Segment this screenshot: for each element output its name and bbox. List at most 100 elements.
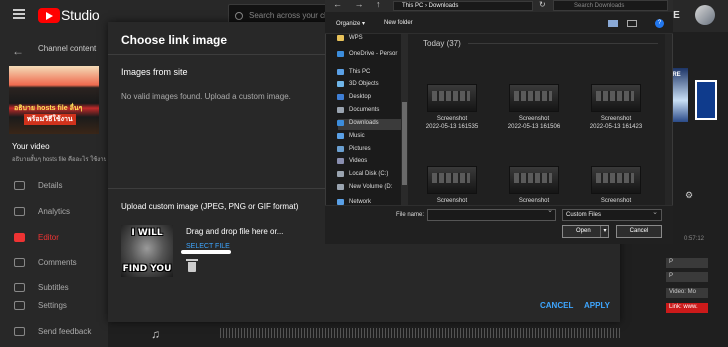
- tree-item-label: This PC: [349, 69, 371, 75]
- organize-menu[interactable]: Organize ▾: [336, 20, 365, 27]
- chevron-down-icon[interactable]: ▾: [600, 226, 609, 237]
- feedback-icon: [14, 327, 25, 336]
- tree-item-label: Local Disk (C:): [349, 171, 389, 177]
- pencil-icon: [14, 181, 25, 190]
- cloud-icon: [337, 51, 344, 57]
- nav-label: Analytics: [38, 207, 71, 216]
- nav-comments[interactable]: Comments: [0, 253, 108, 273]
- file-date-text: 2022-05-13 161506: [507, 124, 561, 130]
- tree-item-label: Documents: [349, 107, 380, 113]
- nav-subtitles[interactable]: Subtitles: [0, 278, 108, 298]
- dialog-title: Choose link image: [121, 33, 228, 47]
- file-thumbnail: [427, 166, 477, 194]
- nav-label: Comments: [38, 258, 77, 267]
- nav-label: Editor: [38, 233, 59, 242]
- file-thumbnail: [427, 84, 477, 112]
- file-name-text: Screenshot: [436, 198, 468, 204]
- preview-thumbnail-selected[interactable]: [695, 80, 717, 120]
- drag-drop-text: Drag and drop file here or...: [186, 227, 284, 236]
- file-name-text: Screenshot: [436, 116, 468, 122]
- upload-custom-image-heading: Upload custom image (JPEG, PNG or GIF fo…: [121, 202, 299, 211]
- tree-item-label: Downloads: [349, 120, 379, 126]
- annotation-underline: [181, 250, 231, 254]
- select-file-link[interactable]: SELECT FILE: [186, 243, 230, 250]
- file-name-text: Screenshot: [518, 198, 550, 204]
- analytics-icon: [14, 207, 25, 216]
- subtitles-icon: [14, 283, 25, 292]
- settings-gear-icon[interactable]: ⚙: [685, 190, 693, 201]
- pictures-icon: [337, 146, 344, 152]
- view-options-icon[interactable]: [608, 20, 618, 27]
- file-name: Screenshot 2022-05-13 161535: [418, 115, 486, 131]
- search-downloads-input[interactable]: Search Downloads: [553, 0, 668, 11]
- thumbnail-text-line2: พร้อมวิธีใช้งาน: [24, 114, 76, 125]
- track-tag-link[interactable]: Link: www.: [666, 303, 708, 313]
- nav-label: Subtitles: [38, 283, 69, 292]
- comments-icon: [14, 258, 25, 267]
- video-title: อธิบายสั้นๆ hosts file คืออะไร ใช้งานยัง…: [12, 157, 106, 163]
- refresh-icon[interactable]: ↻: [539, 0, 546, 9]
- file-item[interactable]: Screenshot 2022-05-13 161535: [418, 84, 486, 154]
- images-from-site-heading: Images from site: [121, 67, 188, 77]
- tree-item-downloads[interactable]: Downloads: [337, 119, 408, 130]
- cube-icon: [337, 81, 344, 87]
- channel-content-link[interactable]: Channel content: [38, 44, 96, 53]
- scrollbar-thumb[interactable]: [402, 102, 407, 185]
- open-button[interactable]: Open ▾: [562, 225, 609, 238]
- documents-icon: [337, 107, 344, 113]
- new-folder-button[interactable]: New folder: [384, 20, 413, 26]
- folder-icon: [337, 35, 344, 41]
- file-name-text: Screenshot: [600, 116, 632, 122]
- hamburger-menu-icon[interactable]: [13, 9, 25, 19]
- file-name-input[interactable]: [427, 206, 556, 221]
- nav-settings[interactable]: Settings: [0, 296, 108, 316]
- gear-icon: [14, 301, 25, 310]
- file-name-text: Screenshot: [600, 198, 632, 204]
- file-name: Screenshot: [500, 197, 568, 205]
- nav-send-feedback[interactable]: Send feedback: [0, 322, 108, 342]
- file-item[interactable]: Screenshot 2022-05-13 161506: [500, 84, 568, 154]
- file-name-label: File name:: [396, 212, 425, 218]
- youtube-logo-icon[interactable]: [38, 8, 60, 23]
- pc-icon: [337, 69, 344, 75]
- apply-button[interactable]: APPLY: [584, 301, 610, 310]
- preview-pane-icon[interactable]: [627, 20, 637, 27]
- nav-editor[interactable]: Editor: [0, 228, 108, 248]
- film-icon: [14, 233, 25, 242]
- file-date-text: 2022-05-13 161423: [589, 124, 643, 130]
- tree-item-label: OneDrive - Persor: [349, 51, 398, 57]
- file-thumbnail: [591, 166, 641, 194]
- track-tag[interactable]: P: [666, 272, 708, 282]
- studio-logo-text: Studio: [61, 7, 100, 23]
- tree-item-label: Pictures: [349, 146, 371, 152]
- music-note-icon: ♫: [151, 327, 160, 341]
- file-dialog-cancel-button[interactable]: Cancel: [616, 225, 662, 238]
- back-arrow-icon[interactable]: ←: [12, 44, 24, 58]
- tree-item-label: Desktop: [349, 94, 372, 100]
- address-bar[interactable]: This PC › Downloads: [393, 1, 533, 11]
- file-name-text: Screenshot: [518, 116, 550, 122]
- trash-icon[interactable]: [186, 259, 198, 272]
- disk-icon: [337, 184, 344, 190]
- audio-waveform[interactable]: [220, 328, 620, 338]
- open-button-label: Open: [576, 228, 591, 234]
- nav-details[interactable]: Details: [0, 176, 108, 196]
- file-list-scrollbar[interactable]: [665, 34, 672, 205]
- meme-caption-bottom: FIND YOU: [122, 264, 172, 274]
- help-icon[interactable]: ?: [655, 19, 664, 28]
- file-item[interactable]: Screenshot 2022-05-13 161423: [582, 84, 650, 154]
- divider: [468, 43, 658, 44]
- cancel-button[interactable]: CANCEL: [540, 301, 573, 310]
- file-name: Screenshot 2022-05-13 161506: [500, 115, 568, 131]
- thumbnail-text-line1: อธิบาย hosts file ลื่นๆ: [14, 105, 83, 112]
- file-name: Screenshot: [582, 197, 650, 205]
- track-tag[interactable]: Video: Mo: [666, 288, 708, 298]
- track-tag[interactable]: P: [666, 258, 708, 268]
- group-header[interactable]: Today (37): [423, 39, 461, 48]
- nav-analytics[interactable]: Analytics: [0, 202, 108, 222]
- file-type-filter[interactable]: Custom Files: [562, 208, 662, 221]
- file-thumbnail: [509, 84, 559, 112]
- file-dialog-toolbar: [325, 12, 673, 34]
- desktop-icon: [337, 94, 344, 100]
- avatar[interactable]: [695, 5, 715, 25]
